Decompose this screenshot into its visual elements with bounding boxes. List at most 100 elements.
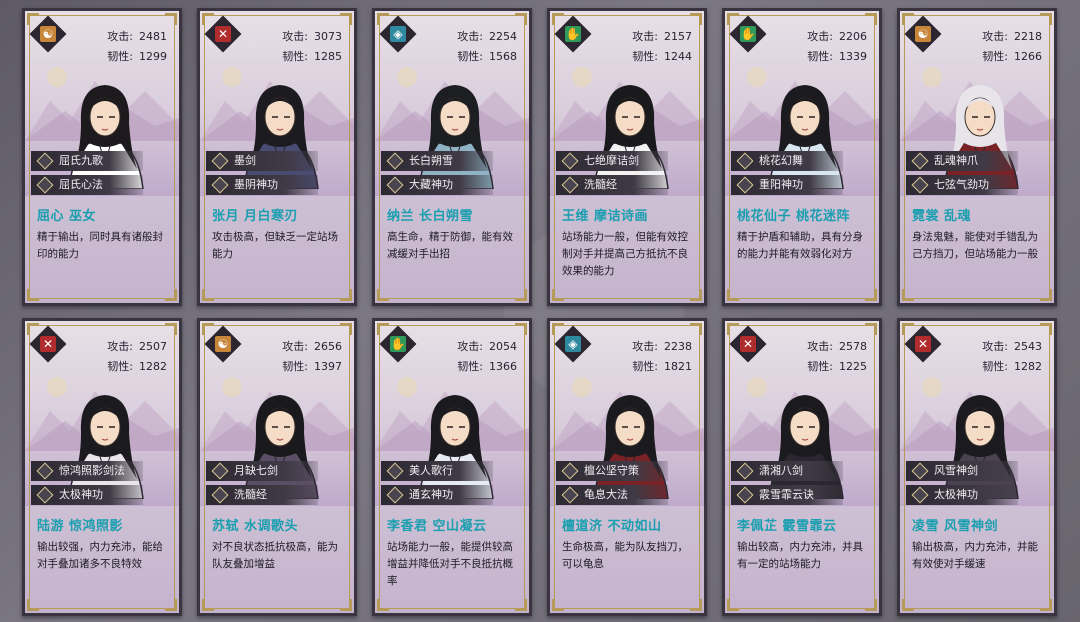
skill-tag-primary[interactable]: 七绝摩诘剑	[556, 151, 668, 171]
skill-tag-secondary[interactable]: 墨阴神功	[206, 175, 318, 195]
character-card[interactable]: ☯ 攻击: 2656 韧性: 1397 月缺七剑 洗髓经 苏轼 水调歌头 对不良状态…	[197, 318, 357, 616]
skill-tag-secondary[interactable]: 屈氏心法	[31, 175, 143, 195]
diamond-icon	[211, 486, 229, 504]
hand-icon: ✋	[740, 26, 756, 42]
character-card[interactable]: ✋ 攻击: 2054 韧性: 1366 美人歌行 通玄神功 李香君 空山凝云 站场能…	[372, 318, 532, 616]
attack-stat: 攻击: 2054	[457, 337, 517, 357]
character-card[interactable]: ✋ 攻击: 2157 韧性: 1244 七绝摩诘剑 洗髓经 王维 摩诘诗画 站场能力…	[547, 8, 707, 306]
character-card[interactable]: ✕ 攻击: 2578 韧性: 1225 潇湘八剑 霰雪霏云诀 李佩芷 霰雪霏云 输出…	[722, 318, 882, 616]
character-card[interactable]: ✕ 攻击: 2507 韧性: 1282 惊鸿照影剑法 太极神功 陆游 惊鸿照影 输出…	[22, 318, 182, 616]
corner-ornament	[340, 13, 352, 25]
skill-tag-primary[interactable]: 长白朔雪	[381, 151, 493, 171]
toughness-value: 1339	[839, 50, 867, 63]
skill-tag-secondary[interactable]: 霰雪霏云诀	[731, 485, 843, 505]
attack-stat: 攻击: 2656	[282, 337, 342, 357]
character-name: 屈心 巫女	[37, 209, 97, 224]
character-card[interactable]: ☯ 攻击: 2481 韧性: 1299 屈氏九歌 屈氏心法 屈心 巫女 精于输出，同…	[22, 8, 182, 306]
diamond-icon	[386, 176, 404, 194]
corner-ornament	[902, 13, 914, 25]
crossed-swords-icon: ✕	[740, 336, 756, 352]
diamond-icon	[561, 176, 579, 194]
corner-ornament	[377, 13, 389, 25]
skill-tag-primary[interactable]: 桃花幻舞	[731, 151, 843, 171]
character-name: 霓裳 乱魂	[912, 209, 972, 224]
character-card[interactable]: ✕ 攻击: 3073 韧性: 1285 墨剑 墨阴神功 张月 月白寒刃 攻击极高，但…	[197, 8, 357, 306]
corner-ornament	[202, 323, 214, 335]
diamond-icon	[211, 176, 229, 194]
character-description: 站场能力一般，能提供较高增益并降低对手不良抵抗概率	[387, 541, 513, 587]
diamond-icon	[911, 176, 929, 194]
character-description: 生命极高，能为队友挡刀，可以龟息	[562, 541, 688, 570]
skill-label: 屈氏九歌	[59, 154, 103, 167]
character-name: 凌雪 风雪神剑	[912, 519, 999, 534]
corner-ornament	[727, 599, 739, 611]
skill-tag-primary[interactable]: 墨剑	[206, 151, 318, 171]
diamond-icon	[911, 152, 929, 170]
skill-label: 惊鸿照影剑法	[59, 464, 125, 477]
skill-label: 太极神功	[59, 488, 103, 501]
toughness-value: 1568	[489, 50, 517, 63]
shield-icon: ◈	[390, 26, 406, 42]
diamond-icon	[36, 152, 54, 170]
character-name: 檀道济 不动如山	[562, 519, 662, 534]
crossed-swords-icon: ✕	[215, 26, 231, 42]
skill-tag-secondary[interactable]: 太极神功	[31, 485, 143, 505]
toughness-value: 1299	[139, 50, 167, 63]
skill-label: 龟息大法	[584, 488, 628, 501]
skill-label: 月缺七剑	[234, 464, 278, 477]
skill-label: 乱魂神爪	[934, 154, 978, 167]
toughness-value: 1225	[839, 360, 867, 373]
character-portrait	[243, 85, 319, 189]
corner-ornament	[690, 599, 702, 611]
character-card[interactable]: ☯ 攻击: 2218 韧性: 1266 乱魂神爪 七弦气劲功 霓裳 乱魂 身法鬼魅，…	[897, 8, 1057, 306]
character-description: 输出极高，内力充沛，并能有效使对手缓速	[912, 541, 1038, 570]
skill-label: 墨阴神功	[234, 178, 278, 191]
skill-tag-secondary[interactable]: 通玄神功	[381, 485, 493, 505]
character-card[interactable]: ◈ 攻击: 2238 韧性: 1821 檀公坚守策 龟息大法 檀道济 不动如山 生命…	[547, 318, 707, 616]
attack-stat: 攻击: 2578	[807, 337, 867, 357]
skill-tag-primary[interactable]: 潇湘八剑	[731, 461, 843, 481]
toughness-stat: 韧性: 1339	[807, 47, 867, 67]
yinyang-icon: ☯	[915, 26, 931, 42]
skill-tag-primary[interactable]: 惊鸿照影剑法	[31, 461, 143, 481]
attack-stat: 攻击: 2206	[807, 27, 867, 47]
corner-ornament	[27, 323, 39, 335]
skill-tag-primary[interactable]: 檀公坚守策	[556, 461, 668, 481]
skill-tag-secondary[interactable]: 洗髓经	[556, 175, 668, 195]
attack-stat: 攻击: 2481	[107, 27, 167, 47]
skill-tag-secondary[interactable]: 大藏神功	[381, 175, 493, 195]
skill-tag-primary[interactable]: 乱魂神爪	[906, 151, 1018, 171]
corner-ornament	[865, 323, 877, 335]
skill-tag-primary[interactable]: 美人歌行	[381, 461, 493, 481]
toughness-stat: 韧性: 1397	[282, 357, 342, 377]
corner-ornament	[552, 323, 564, 335]
diamond-icon	[211, 462, 229, 480]
diamond-icon	[36, 462, 54, 480]
corner-ornament	[727, 323, 739, 335]
toughness-stat: 韧性: 1366	[457, 357, 517, 377]
skill-tag-secondary[interactable]: 七弦气劲功	[906, 175, 1018, 195]
skill-tag-secondary[interactable]: 重阳神功	[731, 175, 843, 195]
corner-ornament	[165, 13, 177, 25]
attack-stat: 攻击: 2507	[107, 337, 167, 357]
toughness-value: 1397	[314, 360, 342, 373]
skill-label: 大藏神功	[409, 178, 453, 191]
character-name: 王维 摩诘诗画	[562, 209, 649, 224]
skill-tag-secondary[interactable]: 太极神功	[906, 485, 1018, 505]
toughness-value: 1244	[664, 50, 692, 63]
skill-tag-primary[interactable]: 月缺七剑	[206, 461, 318, 481]
character-card[interactable]: ✋ 攻击: 2206 韧性: 1339 桃花幻舞 重阳神功 桃花仙子 桃花迷阵 精于…	[722, 8, 882, 306]
skill-tag-secondary[interactable]: 洗髓经	[206, 485, 318, 505]
character-card[interactable]: ◈ 攻击: 2254 韧性: 1568 长白朔雪 大藏神功 纳兰 长白朔雪 高生命，…	[372, 8, 532, 306]
stats-block: 攻击: 2543 韧性: 1282	[982, 337, 1042, 377]
corner-ornament	[515, 289, 527, 301]
skill-label: 重阳神功	[759, 178, 803, 191]
skill-label: 风雪神剑	[934, 464, 978, 477]
shield-icon: ◈	[565, 336, 581, 352]
character-card[interactable]: ✕ 攻击: 2543 韧性: 1282 风雪神剑 太极神功 凌雪 风雪神剑 输出极高…	[897, 318, 1057, 616]
character-portrait	[68, 395, 144, 499]
attack-value: 2507	[139, 340, 167, 353]
skill-tag-primary[interactable]: 屈氏九歌	[31, 151, 143, 171]
skill-tag-secondary[interactable]: 龟息大法	[556, 485, 668, 505]
skill-tag-primary[interactable]: 风雪神剑	[906, 461, 1018, 481]
